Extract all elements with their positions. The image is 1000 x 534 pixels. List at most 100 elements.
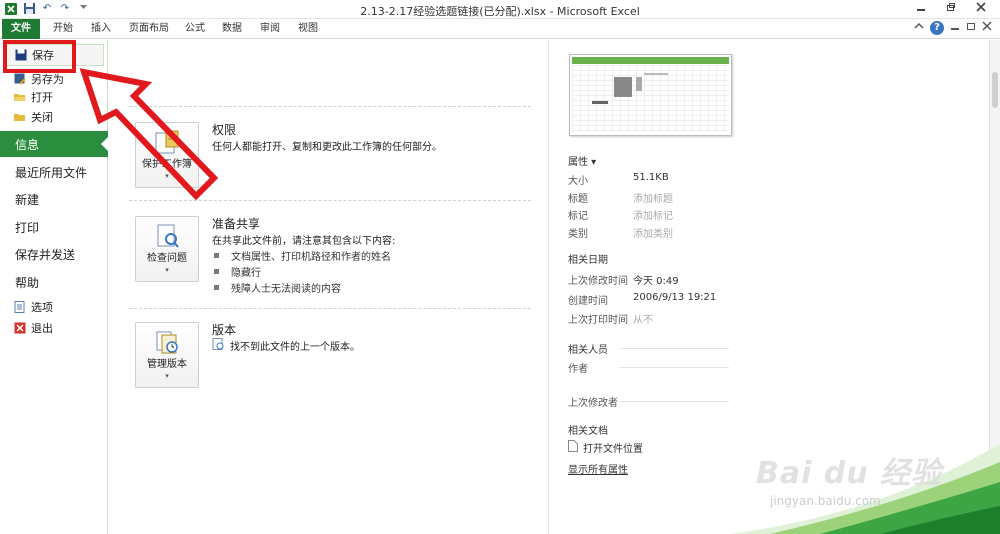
mini-close-icon[interactable] — [982, 21, 992, 35]
tab-data[interactable]: 数据 — [217, 19, 247, 39]
backstage-nav: 保存 另存为 打开 关闭 信息 最近所用文件 新建 打印 保存并发送 帮助 选项… — [0, 40, 109, 534]
nav-help[interactable]: 帮助 — [0, 269, 108, 295]
nav-save-send[interactable]: 保存并发送 — [0, 241, 108, 267]
prop-label: 大小 — [568, 176, 588, 187]
check-issues-icon — [154, 223, 180, 249]
nav-close[interactable]: 关闭 — [0, 108, 108, 126]
open-file-location[interactable]: 打开文件位置 — [568, 440, 643, 455]
prepare-bullet: 隐藏行 — [214, 264, 261, 279]
docs-header: 相关文档 — [568, 426, 608, 437]
prop-label: 标题 — [568, 194, 588, 205]
nav-exit[interactable]: 退出 — [0, 319, 108, 337]
versions-desc: 找不到此文件的上一个版本。 — [230, 342, 360, 353]
tab-page-layout[interactable]: 页面布局 — [124, 19, 174, 39]
mini-restore-icon[interactable] — [966, 21, 976, 35]
check-issues-button[interactable]: 检查问题 ▾ — [135, 216, 199, 282]
nav-close-label: 关闭 — [31, 111, 53, 124]
tab-home[interactable]: 开始 — [48, 19, 78, 39]
prop-size-value: 51.1KB — [633, 172, 669, 183]
section-divider — [129, 106, 531, 107]
prop-title-input[interactable]: 添加标题 — [633, 190, 673, 205]
ribbon-right-icons: ? — [914, 21, 992, 35]
open-file-location-label: 打开文件位置 — [583, 444, 643, 455]
mini-minimize-icon[interactable] — [950, 21, 960, 35]
protect-workbook-button[interactable]: 保护工作簿 ▾ — [135, 122, 199, 188]
show-all-properties-link[interactable]: 显示所有属性 — [568, 461, 628, 476]
selected-arrow — [101, 136, 109, 152]
document-icon — [568, 440, 578, 455]
section-divider — [129, 200, 531, 201]
prepare-title: 准备共享 — [212, 217, 261, 231]
nav-info-label: 信息 — [15, 137, 40, 152]
permissions-desc: 任何人都能打开、复制和更改此工作簿的任何部分。 — [212, 142, 442, 153]
manage-versions-button[interactable]: 管理版本 ▾ — [135, 322, 199, 388]
annotation-highlight-box — [3, 40, 76, 73]
chevron-down-icon: ▾ — [165, 266, 169, 274]
versions-desc-row: 找不到此文件的上一个版本。 — [212, 338, 360, 353]
nav-new[interactable]: 新建 — [0, 186, 108, 212]
window-controls — [906, 0, 996, 18]
chevron-down-icon: ▾ — [165, 372, 169, 380]
tab-insert[interactable]: 插入 — [86, 19, 116, 39]
modifier-rule — [619, 401, 729, 402]
nav-open[interactable]: 打开 — [0, 88, 108, 106]
exit-icon — [14, 322, 26, 334]
date-label: 上次打印时间 — [568, 315, 628, 326]
protect-workbook-icon — [154, 129, 180, 155]
date-modified-value: 今天 0:49 — [633, 276, 679, 287]
scrollbar-thumb[interactable] — [992, 72, 998, 108]
manage-versions-label: 管理版本 — [147, 359, 187, 370]
nav-options-label: 选项 — [31, 301, 53, 314]
baidu-watermark-logo: Bai du 经验 — [756, 456, 943, 491]
nav-open-label: 打开 — [31, 91, 53, 104]
help-icon[interactable]: ? — [930, 21, 944, 35]
options-icon — [14, 301, 26, 313]
nav-recent[interactable]: 最近所用文件 — [0, 159, 108, 185]
tab-formulas[interactable]: 公式 — [180, 19, 210, 39]
chevron-down-icon: ▾ — [165, 172, 169, 180]
permissions-title: 权限 — [212, 123, 237, 137]
date-created-value: 2006/9/13 19:21 — [633, 292, 717, 303]
folder-open-icon — [14, 91, 26, 103]
nav-save-as-label: 另存为 — [31, 73, 64, 86]
window-title: 2.13-2.17经验选题链接(已分配).xlsx - Microsoft Ex… — [360, 5, 640, 18]
check-issues-label: 检查问题 — [147, 253, 187, 264]
tab-file[interactable]: 文件 — [2, 19, 40, 39]
collapse-ribbon-icon[interactable] — [914, 21, 924, 35]
close-icon[interactable] — [966, 0, 996, 18]
nav-print[interactable]: 打印 — [0, 214, 108, 240]
tab-review[interactable]: 审阅 — [255, 19, 285, 39]
properties-header[interactable]: 属性 ▾ — [568, 153, 596, 168]
minimize-icon[interactable] — [906, 0, 936, 18]
prop-tags-input[interactable]: 添加标记 — [633, 207, 673, 222]
section-divider — [129, 308, 531, 309]
watermark-url: jingyan.baidu.com — [770, 494, 881, 508]
author-label: 作者 — [568, 364, 588, 375]
date-printed-value: 从不 — [633, 315, 653, 326]
date-label: 创建时间 — [568, 296, 608, 307]
prop-label: 标记 — [568, 211, 588, 222]
prop-category-input[interactable]: 添加类别 — [633, 225, 673, 240]
people-header: 相关人员 — [568, 345, 608, 356]
workbook-thumbnail — [569, 54, 732, 136]
dates-header: 相关日期 — [568, 255, 608, 266]
nav-options[interactable]: 选项 — [0, 298, 108, 316]
title-bar: ↶ ↷ 2.13-2.17经验选题链接(已分配).xlsx - Microsof… — [0, 0, 1000, 19]
date-label: 上次修改时间 — [568, 276, 628, 287]
prop-label: 类别 — [568, 229, 588, 240]
people-rule — [619, 348, 729, 349]
versions-title: 版本 — [212, 323, 237, 337]
info-main: 保护工作簿 ▾ 权限 任何人都能打开、复制和更改此工作簿的任何部分。 检查问题 … — [109, 40, 549, 534]
last-modified-by-label: 上次修改者 — [568, 398, 618, 409]
prepare-bullet: 文档属性、打印机路径和作者的姓名 — [214, 248, 391, 263]
protect-workbook-label: 保护工作簿 — [142, 159, 192, 170]
nav-info[interactable]: 信息 — [0, 131, 109, 157]
author-rule — [619, 367, 729, 368]
nav-exit-label: 退出 — [31, 322, 53, 335]
restore-icon[interactable] — [936, 0, 966, 18]
prepare-desc: 在共享此文件前，请注意其包含以下内容: — [212, 236, 396, 247]
prepare-bullet: 残障人士无法阅读的内容 — [214, 280, 341, 295]
ribbon-tabs: 文件 开始 插入 页面布局 公式 数据 审阅 视图 ? — [0, 19, 1000, 39]
manage-versions-icon — [154, 329, 180, 355]
tab-view[interactable]: 视图 — [293, 19, 323, 39]
